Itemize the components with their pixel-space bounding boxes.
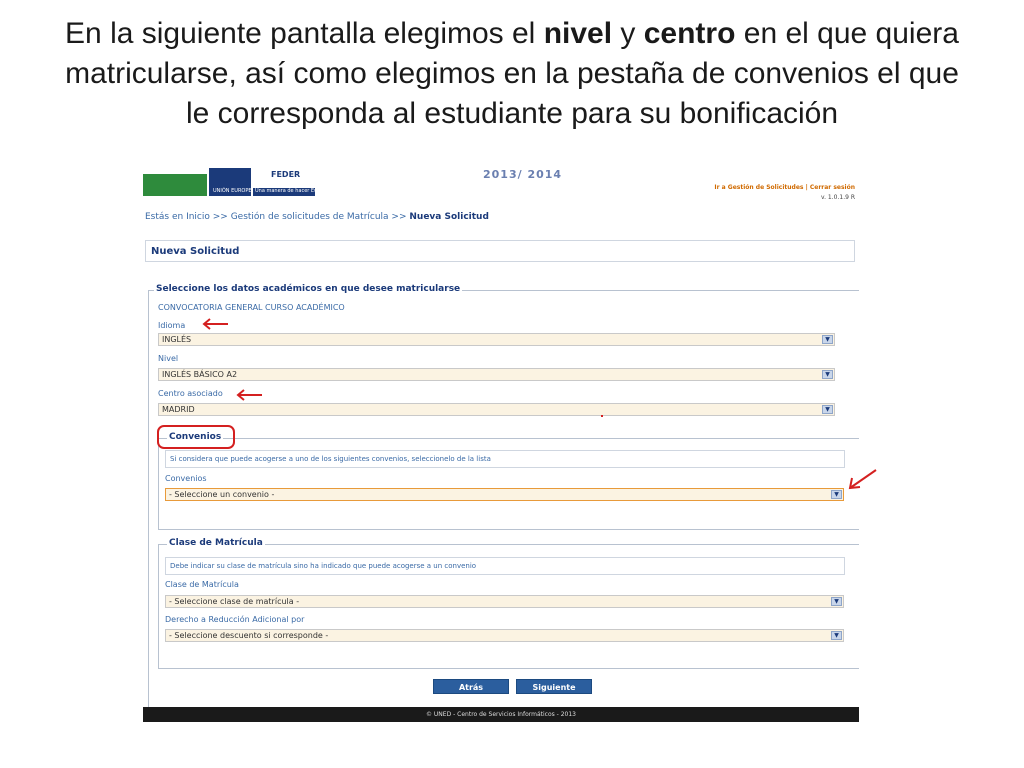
academic-data-legend: Seleccione los datos académicos en que d… <box>154 284 463 294</box>
chevron-down-icon[interactable]: ▼ <box>831 490 842 499</box>
chevron-down-icon[interactable]: ▼ <box>831 597 842 606</box>
back-button[interactable]: Atrás <box>433 679 509 694</box>
page-title: Nueva Solicitud <box>151 246 240 257</box>
convenios-value: - Seleccione un convenio - <box>169 490 275 499</box>
chevron-down-icon[interactable]: ▼ <box>822 405 833 414</box>
centro-value: MADRID <box>162 405 195 414</box>
clase-value: - Seleccione clase de matrícula - <box>169 597 300 606</box>
next-button[interactable]: Siguiente <box>516 679 592 694</box>
convenios-label: Convenios <box>165 474 207 483</box>
course-year: 2013/ 2014 <box>483 168 563 181</box>
caption-bold-nivel: nivel <box>543 17 613 50</box>
derecho-select[interactable]: - Seleccione descuento si corresponde - … <box>165 629 844 642</box>
chevron-down-icon[interactable]: ▼ <box>822 370 833 379</box>
feder-subtitle: Una manera de hacer Europa <box>255 188 329 194</box>
breadcrumb-current: Nueva Solicitud <box>409 212 489 222</box>
application-screenshot: UNIÓN EUROPEA FEDER Una manera de hacer … <box>143 168 859 722</box>
caption-text: En la siguiente pantalla elegimos el <box>65 17 544 50</box>
clase-label: Clase de Matrícula <box>165 580 239 589</box>
derecho-label: Derecho a Reducción Adicional por <box>165 615 305 624</box>
footer-bar: © UNED - Centro de Servicios Informático… <box>143 707 859 722</box>
feder-label: FEDER <box>271 170 301 179</box>
nivel-select[interactable]: INGLÉS BÁSICO A2 ▼ <box>158 368 835 381</box>
convenios-legend: Convenios <box>167 432 224 442</box>
slide-caption: En la siguiente pantalla elegimos el niv… <box>60 14 964 134</box>
clase-info: Debe indicar su clase de matrícula sino … <box>165 557 845 575</box>
nivel-value: INGLÉS BÁSICO A2 <box>162 370 238 379</box>
uned-logo-block <box>143 174 207 196</box>
caption-text: y <box>612 17 644 50</box>
idioma-select[interactable]: INGLÉS ▼ <box>158 333 835 346</box>
idioma-value: INGLÉS <box>162 335 192 344</box>
convenios-select[interactable]: - Seleccione un convenio - ▼ <box>165 488 844 501</box>
idioma-label: Idioma <box>158 321 186 330</box>
clase-matricula-legend: Clase de Matrícula <box>167 538 265 548</box>
page-title-box: Nueva Solicitud <box>145 240 855 262</box>
version-label: v. 1.0.1.9 R <box>821 194 855 201</box>
centro-label: Centro asociado <box>158 389 223 398</box>
chevron-down-icon[interactable]: ▼ <box>822 335 833 344</box>
convenios-info: Si considera que puede acogerse a uno de… <box>165 450 845 468</box>
header-links[interactable]: Ir a Gestión de Solicitudes | Cerrar ses… <box>714 184 855 191</box>
breadcrumb: Estás en Inicio >> Gestión de solicitude… <box>145 212 489 222</box>
header-bar: UNIÓN EUROPEA FEDER Una manera de hacer … <box>143 168 859 201</box>
convocatoria-label: CONVOCATORIA GENERAL CURSO ACADÉMICO <box>158 303 345 312</box>
eu-label: UNIÓN EUROPEA <box>213 188 255 194</box>
clase-select[interactable]: - Seleccione clase de matrícula - ▼ <box>165 595 844 608</box>
derecho-value: - Seleccione descuento si corresponde - <box>169 631 329 640</box>
caption-bold-centro: centro <box>643 17 736 50</box>
breadcrumb-path[interactable]: Estás en Inicio >> Gestión de solicitude… <box>145 212 409 222</box>
chevron-down-icon[interactable]: ▼ <box>831 631 842 640</box>
nivel-label: Nivel <box>158 354 179 363</box>
centro-select[interactable]: MADRID ▼ <box>158 403 835 416</box>
